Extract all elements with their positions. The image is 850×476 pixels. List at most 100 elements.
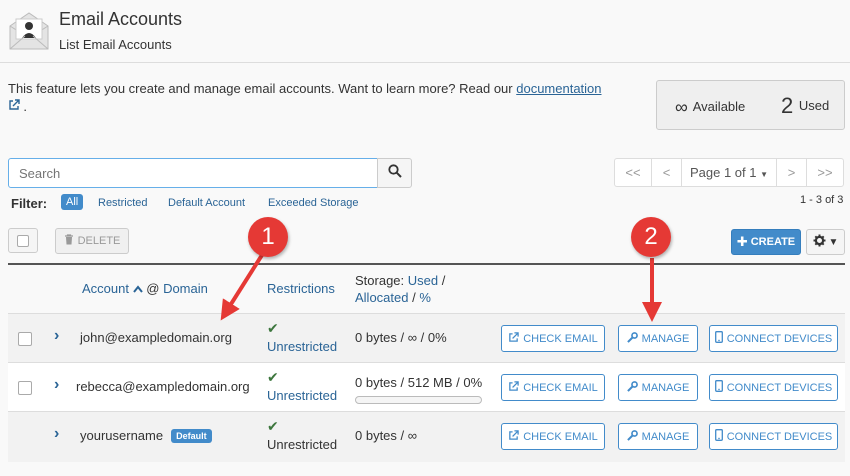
pagination-last[interactable]: >> xyxy=(807,159,843,186)
connect-devices-button[interactable]: CONNECT DEVICES xyxy=(709,423,838,450)
intro-text: This feature lets you create and manage … xyxy=(8,80,628,116)
mobile-device-icon xyxy=(714,380,723,395)
storage-usage: 0 bytes / ∞ / 0% xyxy=(355,330,447,345)
create-label: CREATE xyxy=(750,236,796,248)
manage-button[interactable]: MANAGE xyxy=(618,325,698,352)
settings-dropdown-button[interactable]: ▼ xyxy=(806,229,845,255)
delete-button[interactable]: DELETE xyxy=(55,228,129,254)
page-title: Email Accounts xyxy=(59,9,183,29)
pagination-first[interactable]: << xyxy=(615,159,652,186)
gear-icon xyxy=(813,234,826,250)
result-range: 1 - 3 of 3 xyxy=(800,194,844,206)
mobile-device-icon xyxy=(714,331,723,346)
header-at-label: @ xyxy=(146,281,160,296)
stat-available: ∞ Available xyxy=(675,97,745,118)
wrench-icon xyxy=(626,429,638,444)
filter-default-account[interactable]: Default Account xyxy=(168,197,245,209)
manage-label: MANAGE xyxy=(641,430,690,443)
filter-restricted[interactable]: Restricted xyxy=(98,197,148,209)
used-value: 2 xyxy=(781,93,794,118)
envelope-user-icon xyxy=(8,10,50,52)
available-value: ∞ xyxy=(675,97,688,117)
restriction-status[interactable]: Unrestricted xyxy=(267,388,337,403)
manage-button[interactable]: MANAGE xyxy=(618,423,698,450)
check-email-label: CHECK EMAIL xyxy=(523,332,598,345)
documentation-link[interactable]: documentation xyxy=(516,81,601,96)
table-header-storage: Storage: Used / xyxy=(355,273,445,288)
table-header-storage-2: Allocated / % xyxy=(355,290,431,305)
checkmark-icon: ✔ xyxy=(267,418,279,434)
trash-icon xyxy=(64,234,74,248)
row-checkbox[interactable] xyxy=(18,332,32,346)
expand-chevron-icon[interactable]: › xyxy=(54,425,59,443)
pagination-prev[interactable]: < xyxy=(652,159,682,186)
account-email: rebecca@exampledomain.org xyxy=(76,379,250,394)
filter-label: Filter: xyxy=(11,196,48,211)
external-link-icon[interactable] xyxy=(8,99,23,114)
check-email-button[interactable]: CHECK EMAIL xyxy=(501,423,605,450)
intro-description: This feature lets you create and manage … xyxy=(8,81,517,96)
wrench-icon xyxy=(626,380,638,395)
table-header-account[interactable]: Account @ Domain xyxy=(82,281,208,296)
filter-all[interactable]: All xyxy=(61,194,84,210)
table-row: › rebecca@exampledomain.org ✔ Unrestrict… xyxy=(8,362,845,411)
check-email-label: CHECK EMAIL xyxy=(523,381,598,394)
connect-devices-button[interactable]: CONNECT DEVICES xyxy=(709,374,838,401)
search-button[interactable] xyxy=(377,158,412,188)
search-icon xyxy=(387,163,402,183)
pagination-next[interactable]: > xyxy=(777,159,807,186)
account-email: john@exampledomain.org xyxy=(80,330,232,345)
check-email-button[interactable]: CHECK EMAIL xyxy=(501,325,605,352)
header-slash: / xyxy=(441,273,446,288)
external-link-icon xyxy=(508,331,519,346)
table-header-restrictions[interactable]: Restrictions xyxy=(267,281,335,296)
expand-chevron-icon[interactable]: › xyxy=(54,327,59,345)
search-input[interactable] xyxy=(8,158,378,188)
header-used-sort[interactable]: Used xyxy=(408,273,438,288)
delete-label: DELETE xyxy=(77,235,121,247)
restriction-status[interactable]: Unrestricted xyxy=(267,339,337,354)
header-account-label: Account xyxy=(82,281,129,296)
header-divider xyxy=(0,62,850,63)
table-row: › yourusername Default ✔ Unrestricted 0 b… xyxy=(8,411,845,462)
account-username: yourusername xyxy=(80,428,164,443)
connect-devices-label: CONNECT DEVICES xyxy=(726,381,833,394)
manage-button[interactable]: MANAGE xyxy=(618,374,698,401)
table-header-divider xyxy=(8,263,845,265)
table-row: › john@exampledomain.org ✔ Unrestricted … xyxy=(8,313,845,362)
manage-label: MANAGE xyxy=(641,332,690,345)
default-badge: Default xyxy=(171,429,212,443)
caret-down-icon: ▼ xyxy=(828,236,839,248)
intro-trailing: . xyxy=(23,99,27,114)
header-storage-label: Storage: xyxy=(355,273,405,288)
checkmark-icon: ✔ xyxy=(267,369,279,385)
header-domain-label[interactable]: Domain xyxy=(163,281,208,296)
checkmark-icon: ✔ xyxy=(267,320,279,336)
wrench-icon xyxy=(626,331,638,346)
account-stats-panel: ∞ Available 2 Used xyxy=(656,80,845,130)
expand-chevron-icon[interactable]: › xyxy=(54,376,59,394)
header-allocated-sort[interactable]: Allocated xyxy=(355,290,408,305)
used-label: Used xyxy=(798,98,830,113)
callout-1: 1 xyxy=(248,217,288,257)
pagination-page-select[interactable]: Page 1 of 1 ▼ xyxy=(682,159,777,186)
check-email-button[interactable]: CHECK EMAIL xyxy=(501,374,605,401)
filter-exceeded-storage[interactable]: Exceeded Storage xyxy=(268,197,359,209)
select-all-checkbox[interactable] xyxy=(8,228,38,253)
plus-icon: ✚ xyxy=(736,234,748,249)
callout-2: 2 xyxy=(631,217,671,257)
storage-usage: 0 bytes / ∞ xyxy=(355,428,418,443)
external-link-icon xyxy=(508,380,519,395)
page-label: Page 1 of 1 xyxy=(689,165,757,180)
header-percent-sort[interactable]: % xyxy=(419,290,431,305)
storage-usage: 0 bytes / 512 MB / 0% xyxy=(355,375,483,390)
check-email-label: CHECK EMAIL xyxy=(523,430,598,443)
pagination: << < Page 1 of 1 ▼ > >> xyxy=(614,158,844,187)
stat-used: 2 Used xyxy=(781,93,829,119)
connect-devices-button[interactable]: CONNECT DEVICES xyxy=(709,325,838,352)
connect-devices-label: CONNECT DEVICES xyxy=(726,430,833,443)
checkbox-box xyxy=(17,234,29,247)
row-checkbox[interactable] xyxy=(18,381,32,395)
external-link-icon xyxy=(508,429,519,444)
create-button[interactable]: ✚ CREATE xyxy=(731,229,801,255)
